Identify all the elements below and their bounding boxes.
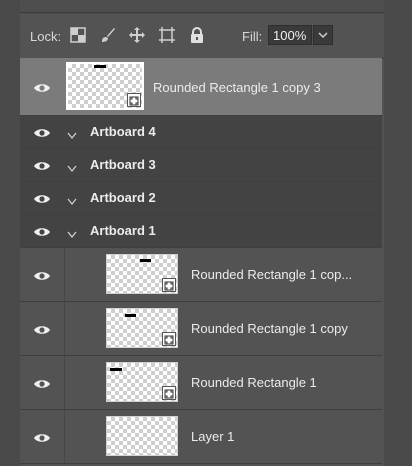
layer-row-rounded-rectangle-1-cop[interactable]: Rounded Rectangle 1 cop... xyxy=(20,248,382,302)
visibility-eye-icon[interactable] xyxy=(33,192,51,204)
smart-object-icon xyxy=(162,278,176,292)
expand-chevron-icon[interactable] xyxy=(67,193,77,206)
artboard-name: Artboard 2 xyxy=(90,190,156,205)
visibility-eye-icon[interactable] xyxy=(33,159,51,171)
lock-fill-bar: Lock: Fill: 100% xyxy=(20,14,384,59)
artboard-name: Artboard 1 xyxy=(90,223,156,238)
artboard-name: Artboard 3 xyxy=(90,157,156,172)
thumbnail-shape xyxy=(125,314,136,317)
layer-thumbnail xyxy=(106,416,178,456)
expand-chevron-icon[interactable] xyxy=(67,160,77,173)
lock-image-pixels-icon[interactable] xyxy=(99,26,117,44)
panel-top-strip xyxy=(20,0,384,14)
smart-object-icon xyxy=(127,93,141,107)
visibility-eye-icon[interactable] xyxy=(33,269,51,281)
lock-label: Lock: xyxy=(30,29,62,44)
expand-chevron-icon[interactable] xyxy=(67,127,77,140)
layer-name: Layer 1 xyxy=(191,429,235,444)
visibility-eye-icon[interactable] xyxy=(33,431,51,443)
lock-artboard-icon[interactable] xyxy=(158,26,176,44)
visibility-eye-icon[interactable] xyxy=(33,323,51,335)
fill-dropdown[interactable] xyxy=(313,25,333,45)
visibility-eye-icon[interactable] xyxy=(33,81,51,93)
smart-object-icon xyxy=(162,386,176,400)
visibility-eye-icon[interactable] xyxy=(33,225,51,237)
artboard-row-artboard-4[interactable]: Artboard 4 xyxy=(20,116,382,149)
artboard-row-artboard-2[interactable]: Artboard 2 xyxy=(20,182,382,215)
layer-row-rounded-rectangle-1[interactable]: Rounded Rectangle 1 xyxy=(20,356,382,410)
thumbnail-shape xyxy=(94,65,106,68)
layer-thumbnail xyxy=(106,308,178,348)
lock-transparent-pixels-icon[interactable] xyxy=(69,26,87,44)
smart-object-icon xyxy=(162,332,176,346)
layer-row-rounded-rectangle-1-copy[interactable]: Rounded Rectangle 1 copy xyxy=(20,302,382,356)
artboard-name: Artboard 4 xyxy=(90,124,156,139)
fill-input[interactable]: 100% xyxy=(268,25,312,45)
artboard-row-artboard-3[interactable]: Artboard 3 xyxy=(20,149,382,182)
divider xyxy=(20,12,384,13)
layer-thumbnail xyxy=(106,254,178,294)
panel-gutter xyxy=(384,0,412,466)
layer-thumbnail xyxy=(66,62,144,110)
layer-thumbnail xyxy=(106,362,178,402)
lock-all-icon[interactable] xyxy=(188,26,206,44)
chevron-down-icon xyxy=(318,32,328,39)
layer-name: Rounded Rectangle 1 copy xyxy=(191,321,348,336)
visibility-eye-icon[interactable] xyxy=(33,126,51,138)
layer-row-layer-1[interactable]: Layer 1 xyxy=(20,410,382,464)
layer-name: Rounded Rectangle 1 cop... xyxy=(191,267,353,282)
thumbnail-shape xyxy=(110,368,122,371)
thumbnail-shape xyxy=(140,259,151,262)
fill-label: Fill: xyxy=(242,29,263,44)
layer-row-rounded-rectangle-1-copy-3[interactable]: Rounded Rectangle 1 copy 3 xyxy=(20,58,382,116)
layer-name: Rounded Rectangle 1 copy 3 xyxy=(153,80,321,95)
artboard-row-artboard-1[interactable]: Artboard 1 xyxy=(20,215,382,248)
expand-chevron-icon[interactable] xyxy=(67,226,77,239)
lock-position-icon[interactable] xyxy=(128,26,146,44)
visibility-eye-icon[interactable] xyxy=(33,377,51,389)
layer-name: Rounded Rectangle 1 xyxy=(191,375,317,390)
